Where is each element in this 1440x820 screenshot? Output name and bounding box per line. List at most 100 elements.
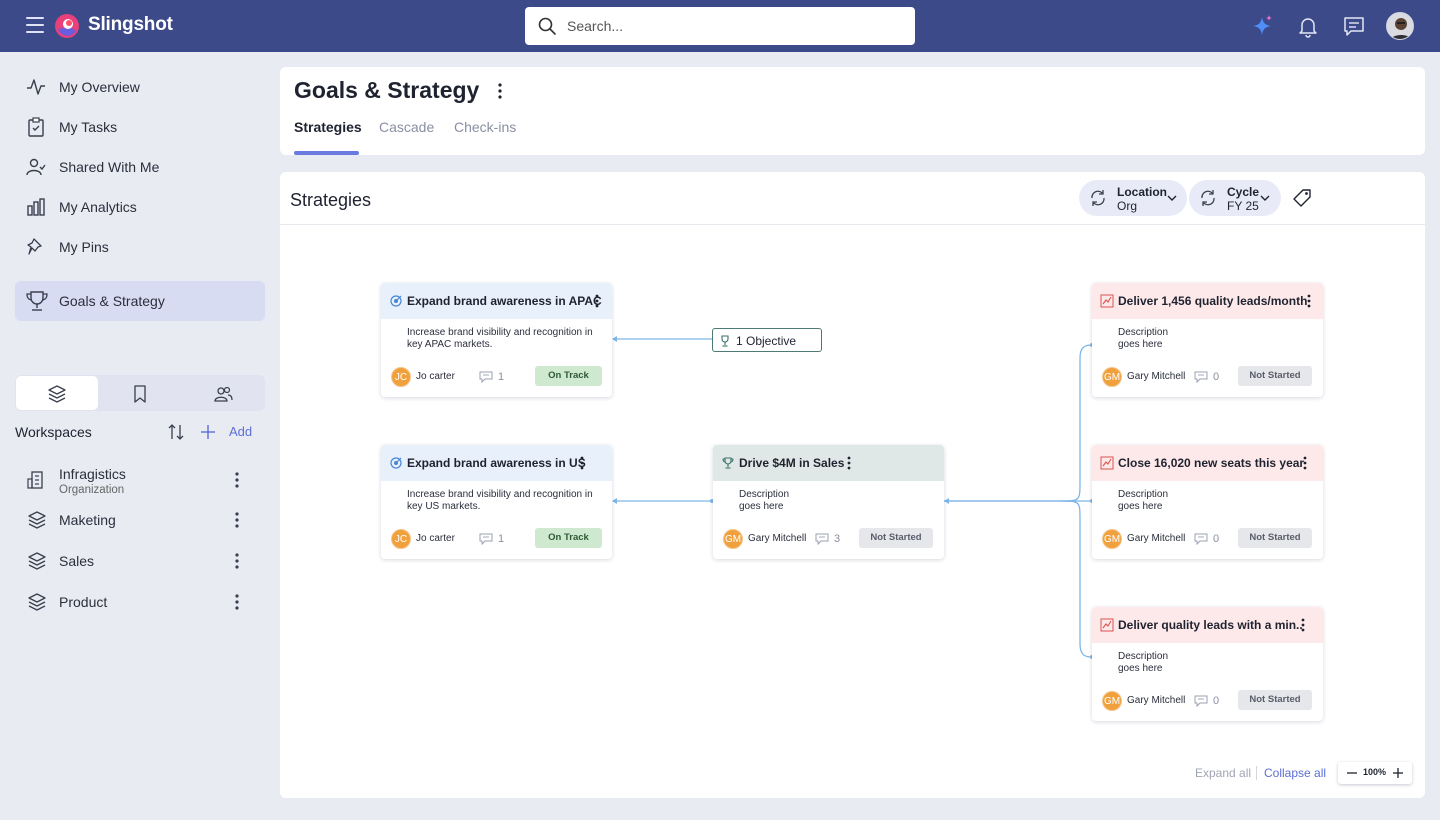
- workspace-label: Infragistics: [59, 466, 126, 482]
- sidebar-item-goals-strategy[interactable]: Goals & Strategy: [15, 281, 265, 321]
- more-vertical-icon[interactable]: [841, 455, 857, 471]
- trend-chart-icon: [1100, 294, 1114, 308]
- tab-strategies[interactable]: Strategies: [294, 119, 362, 135]
- card-description: Description goes here: [739, 489, 790, 512]
- sidebar-item-shared-with-me[interactable]: Shared With Me: [15, 147, 265, 187]
- tab-workspaces[interactable]: [16, 376, 98, 410]
- divider: [280, 224, 1425, 225]
- location-filter[interactable]: Location Org: [1079, 180, 1187, 216]
- avatar: JC: [391, 529, 411, 549]
- sidebar-item-my-tasks[interactable]: My Tasks: [15, 107, 265, 147]
- more-vertical-icon[interactable]: [227, 510, 247, 530]
- menu-icon[interactable]: [26, 17, 44, 33]
- clipboard-check-icon: [28, 117, 44, 137]
- sidebar-item-my-analytics[interactable]: My Analytics: [15, 187, 265, 227]
- layers-icon: [28, 511, 46, 529]
- avatar: JC: [391, 367, 411, 387]
- sidebar-item-label: Shared With Me: [59, 159, 160, 175]
- more-vertical-icon[interactable]: [227, 470, 247, 490]
- comment-icon: [479, 533, 493, 545]
- pin-icon: [27, 238, 42, 255]
- expand-all-link[interactable]: Expand all: [1195, 766, 1251, 780]
- avatar: GM: [1102, 367, 1122, 387]
- status-badge: Not Started: [1238, 528, 1312, 548]
- comment-icon: [479, 371, 493, 383]
- more-vertical-icon[interactable]: [490, 81, 510, 101]
- filter-label: Cycle: [1227, 185, 1260, 199]
- key-result-card[interactable]: Close 16,020 new seats this year Descrip…: [1092, 445, 1323, 559]
- sidebar-item-label: My Analytics: [59, 199, 137, 215]
- panel-title: Strategies: [290, 190, 372, 210]
- more-vertical-icon[interactable]: [1295, 617, 1311, 633]
- workspace-item-maketing[interactable]: Maketing: [15, 501, 265, 539]
- chevron-down-icon: [1167, 195, 1177, 201]
- card-description: Increase brand visibility and recognitio…: [407, 489, 593, 512]
- avatar: GM: [1102, 691, 1122, 711]
- bookmark-icon: [134, 385, 146, 403]
- workspace-item-sales[interactable]: Sales: [15, 542, 265, 580]
- add-label: Add: [229, 424, 253, 439]
- more-vertical-icon[interactable]: [227, 551, 247, 571]
- comment-count: 0: [1213, 695, 1220, 707]
- tag-icon[interactable]: [1292, 188, 1312, 208]
- tab-check-ins[interactable]: Check-ins: [454, 119, 516, 135]
- chevron-down-icon: [1260, 195, 1270, 201]
- zoom-in-icon[interactable]: [1392, 767, 1404, 779]
- collapse-all-link[interactable]: Collapse all: [1264, 766, 1326, 780]
- key-result-card[interactable]: Deliver 1,456 quality leads/month Descri…: [1092, 283, 1323, 397]
- card-title: Deliver quality leads with a min..: [1118, 618, 1303, 632]
- filter-value: Org: [1117, 199, 1138, 213]
- more-vertical-icon[interactable]: [1297, 455, 1313, 471]
- bell-icon[interactable]: [1295, 13, 1321, 39]
- workspace-view-tabs: [15, 375, 265, 411]
- trophy-icon: [26, 291, 48, 311]
- workspace-item-infragistics[interactable]: Infragistics Organization: [15, 461, 265, 499]
- key-result-card[interactable]: Deliver quality leads with a min.. Descr…: [1092, 607, 1323, 721]
- card-title: Drive $4M in Sales: [739, 456, 845, 470]
- tab-bookmarks[interactable]: [99, 376, 181, 410]
- owner-name: Jo carter: [416, 533, 455, 544]
- workspace-item-product[interactable]: Product: [15, 583, 265, 621]
- target-icon: [390, 457, 402, 469]
- plus-icon: [201, 425, 215, 439]
- status-badge: Not Started: [859, 528, 933, 548]
- users-icon: [214, 386, 233, 402]
- search-icon: [538, 17, 556, 35]
- card-title: Close 16,020 new seats this year: [1118, 456, 1305, 470]
- tab-cascade[interactable]: Cascade: [379, 119, 434, 135]
- status-badge: Not Started: [1238, 366, 1312, 386]
- search-box[interactable]: [525, 7, 915, 45]
- tab-people[interactable]: [182, 376, 264, 410]
- chat-icon[interactable]: [1341, 13, 1367, 39]
- more-vertical-icon[interactable]: [574, 455, 590, 471]
- layers-icon: [28, 552, 46, 570]
- owner-name: Gary Mitchell: [1127, 371, 1186, 382]
- objective-chip[interactable]: 1 Objective: [712, 328, 822, 352]
- comment-count: 3: [834, 533, 841, 545]
- status-badge: On Track: [535, 366, 602, 386]
- more-vertical-icon[interactable]: [589, 293, 605, 309]
- sidebar-item-my-pins[interactable]: My Pins: [15, 227, 265, 267]
- search-input[interactable]: [567, 15, 897, 37]
- sidebar-item-my-overview[interactable]: My Overview: [15, 67, 265, 107]
- zoom-out-icon[interactable]: [1346, 767, 1358, 779]
- comment-icon: [1194, 695, 1208, 707]
- owner-name: Gary Mitchell: [1127, 533, 1186, 544]
- workspace-label: Sales: [59, 553, 95, 569]
- sort-icon[interactable]: [166, 422, 186, 442]
- avatar: GM: [1102, 529, 1122, 549]
- trend-chart-icon: [1100, 618, 1114, 632]
- strategy-card[interactable]: Expand brand awareness in APAC Increase …: [381, 283, 612, 397]
- card-description: Description goes here: [1118, 327, 1169, 350]
- cycle-filter[interactable]: Cycle FY 25: [1189, 180, 1281, 216]
- comment-icon: [1194, 371, 1208, 383]
- refresh-icon: [1091, 190, 1105, 206]
- user-photo-icon: [1387, 13, 1413, 39]
- more-vertical-icon[interactable]: [1301, 293, 1317, 309]
- objective-card[interactable]: Drive $4M in Sales Description goes here…: [713, 445, 944, 559]
- sparkle-ai-icon[interactable]: [1249, 13, 1275, 39]
- strategy-card[interactable]: Expand brand awareness in US Increase br…: [381, 445, 612, 559]
- active-tab-indicator: [294, 151, 359, 155]
- user-avatar[interactable]: [1386, 12, 1414, 40]
- more-vertical-icon[interactable]: [227, 592, 247, 612]
